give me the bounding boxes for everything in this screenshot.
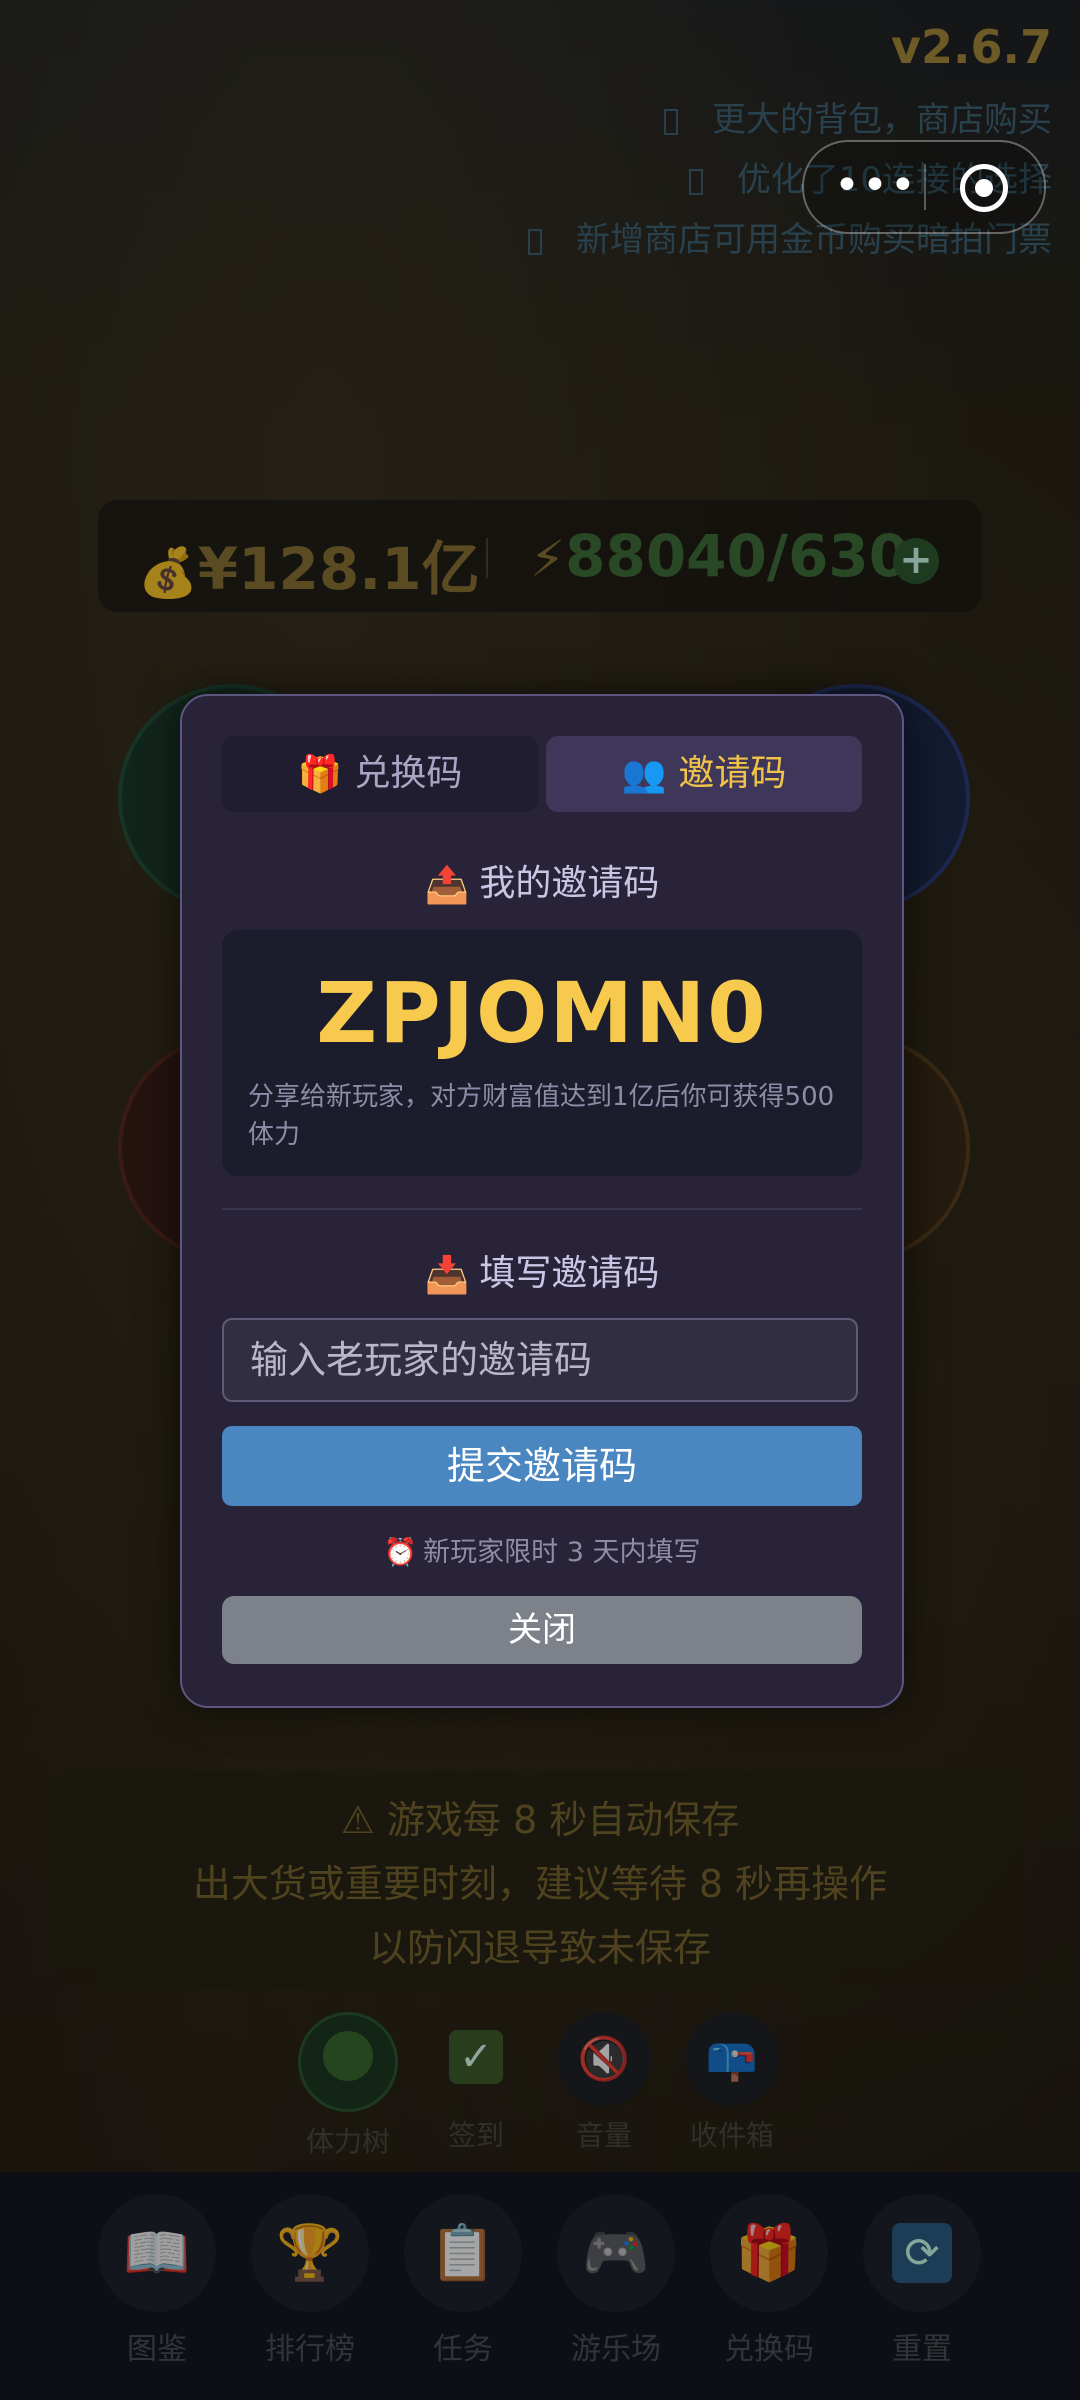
my-code-card: ZPJOMN0 分享给新玩家，对方财富值达到1亿后你可获得500 体力 [222,930,862,1176]
divider [222,1208,862,1210]
dialog-tabs: 🎁 兑换码 👥 邀请码 [222,736,862,812]
upload-tray-icon: 📤 [424,865,470,906]
alarm-clock-icon: ⏰ [383,1537,418,1568]
fill-code-title: 📥 填写邀请码 [424,1253,660,1296]
time-limit-hint: ⏰ 新玩家限时 3 天内填写 [383,1537,701,1568]
invite-code-input[interactable] [222,1318,858,1402]
tab-redeem-code[interactable]: 🎁 兑换码 [222,736,538,812]
users-icon: 👥 [621,754,667,795]
close-button[interactable]: 关闭 [222,1596,862,1664]
miniprogram-capsule: ••• [802,140,1046,234]
invite-code-description: 分享给新玩家，对方财富值达到1亿后你可获得500 体力 [248,1082,835,1150]
my-code-title: 📤 我的邀请码 [424,863,660,906]
tab-invite-code[interactable]: 👥 邀请码 [546,736,862,812]
gift-icon: 🎁 [297,754,343,795]
close-target-icon[interactable] [960,164,1008,212]
invite-code-value[interactable]: ZPJOMN0 [222,964,862,1062]
download-tray-icon: 📥 [424,1255,470,1296]
divider [924,164,926,210]
submit-invite-code-button[interactable]: 提交邀请码 [222,1426,862,1506]
invite-code-dialog: 🎁 兑换码 👥 邀请码 📤 我的邀请码 ZPJOMN0 分享给新玩家，对方财富值达到1… [180,694,904,1708]
more-icon[interactable]: ••• [834,164,918,208]
